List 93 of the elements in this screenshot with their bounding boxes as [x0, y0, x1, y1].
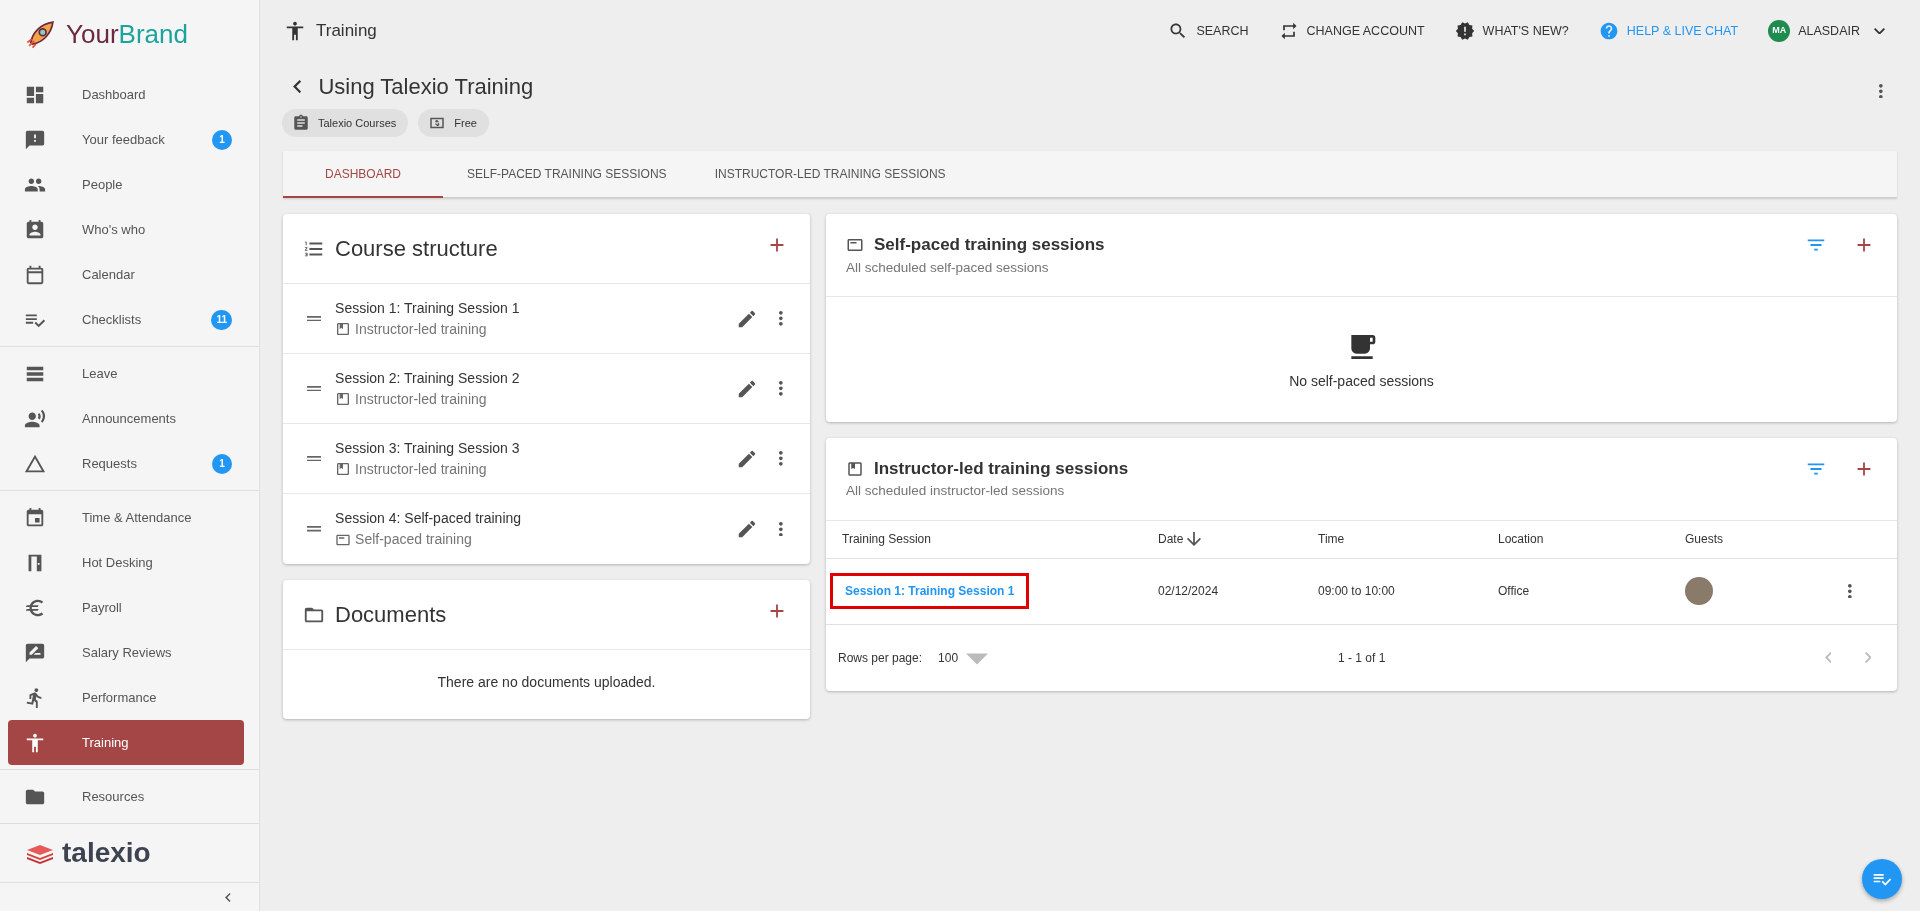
table-cell-text: 09:00 to 10:00	[1318, 583, 1396, 600]
sidebar-item[interactable]: Announcements	[0, 396, 252, 442]
sidebar-item[interactable]: Checklists 11	[0, 297, 252, 343]
session-type: Self-paced training	[355, 530, 472, 549]
column-header: Guests	[1685, 531, 1723, 548]
session-type: Instructor-led training	[355, 319, 487, 339]
card-subtitle: All scheduled self-paced sessions	[846, 258, 1050, 277]
more-vertical-icon	[779, 311, 783, 326]
user-menu-button[interactable]: MA ALASDAIR	[1762, 19, 1896, 43]
session-title: Session 3: Training Session 3	[335, 438, 521, 458]
drag-handle-icon	[306, 315, 322, 322]
page-section-title: Training	[316, 20, 377, 43]
sidebar-item[interactable]: People	[0, 162, 252, 208]
sidebar-item[interactable]: Requests 1	[0, 441, 252, 487]
talexio-logo-text: talexio	[62, 836, 151, 871]
alert-badge-icon	[1454, 21, 1475, 41]
rows-per-page-label: Rows per page:	[838, 649, 923, 667]
empty-message: No self-paced sessions	[1289, 371, 1434, 391]
brand-logo-text: YourBrand	[66, 17, 188, 51]
chevron-down-icon	[1873, 27, 1885, 35]
person-icon	[284, 20, 306, 42]
sidebar-item[interactable]: Performance	[0, 675, 252, 721]
help-icon	[1598, 21, 1619, 41]
session-title: Session 4: Self-paced training	[335, 509, 523, 528]
more-vertical-icon	[779, 451, 783, 466]
page-range: 1 - 1 of 1	[1338, 649, 1386, 667]
page-title: Using Talexio Training	[318, 73, 534, 101]
chevron-left-icon	[225, 892, 231, 902]
chat-edit-icon	[24, 641, 46, 664]
sidebar-item[interactable]: Salary Reviews	[0, 630, 252, 676]
session-type: Instructor-led training	[355, 389, 487, 409]
count-badge: 11	[211, 309, 232, 330]
sidebar-item[interactable]: Calendar	[0, 252, 252, 298]
session-type: Instructor-led training	[355, 459, 487, 479]
card-title: Documents	[335, 601, 447, 629]
bookmark-frame-icon	[335, 391, 352, 407]
more-vertical-icon	[779, 381, 783, 396]
sidebar-item[interactable]: Resources	[0, 774, 252, 820]
checklist-fab-button[interactable]	[1862, 859, 1902, 899]
clipboard-icon	[292, 114, 310, 132]
id-card-icon	[24, 218, 46, 241]
bookmark-frame-icon	[335, 461, 352, 477]
card-title: Course structure	[335, 235, 498, 263]
sidebar-item[interactable]: Leave	[0, 351, 252, 397]
column-header: Training Session	[842, 531, 931, 548]
count-badge: 1	[212, 453, 232, 474]
guest-avatar	[1685, 577, 1713, 605]
chat-alert-icon	[24, 128, 46, 151]
card-title: Instructor-led training sessions	[874, 457, 1129, 480]
table-cell-text: Office	[1498, 583, 1531, 600]
rows-per-page-select[interactable]: 100	[936, 644, 991, 671]
chevron-right-icon	[1864, 652, 1872, 663]
more-vertical-icon	[1848, 583, 1852, 599]
card-subtitle: All scheduled instructor-led sessions	[846, 482, 1066, 501]
user-avatar: MA	[1768, 20, 1791, 42]
tag-chip: Free	[418, 109, 489, 137]
sidebar-item[interactable]: Who's who	[0, 207, 252, 253]
tab[interactable]: DASHBOARD	[283, 151, 443, 198]
table-cell-text: 02/12/2024	[1158, 583, 1220, 600]
column-header: Date	[1158, 531, 1184, 548]
sort-arrow-icon[interactable]	[1187, 532, 1202, 546]
speaking-person-icon	[24, 407, 46, 430]
sidebar-item[interactable]: Your feedback 1	[0, 117, 252, 163]
calendar-icon	[24, 506, 46, 529]
count-badge: 1	[212, 129, 232, 150]
more-vertical-icon	[1879, 83, 1883, 99]
person-icon	[24, 731, 46, 754]
drag-handle-icon	[306, 385, 322, 392]
drag-handle-icon	[306, 526, 322, 532]
column-header: Time	[1318, 531, 1345, 548]
empty-message: There are no documents uploaded.	[437, 674, 656, 690]
session-title: Session 2: Training Session 2	[335, 368, 521, 388]
sidebar-item[interactable]: Payroll	[0, 585, 252, 631]
more-vertical-icon	[779, 521, 783, 537]
tab[interactable]: INSTRUCTOR-LED TRAINING SESSIONS	[690, 151, 970, 198]
toolbar-button[interactable]: CHANGE ACCOUNT	[1272, 20, 1431, 42]
tag-chip: Talexio Courses	[282, 109, 409, 137]
bookmark-frame-icon	[846, 459, 864, 478]
sidebar-item[interactable]: Time & Attendance	[0, 495, 252, 541]
drag-handle-icon	[306, 455, 322, 462]
toolbar-button[interactable]: WHAT'S NEW?	[1448, 20, 1575, 42]
tab[interactable]: SELF-PACED TRAINING SESSIONS	[443, 151, 691, 198]
sidebar-item[interactable]: Training	[8, 720, 244, 766]
session-title: Session 1: Training Session 1	[335, 298, 521, 318]
calendar-icon	[24, 263, 46, 286]
bookmark-frame-icon	[335, 321, 352, 337]
card-title: Self-paced training sessions	[874, 234, 1105, 256]
column-header: Location	[1498, 531, 1544, 548]
sidebar-item[interactable]: Dashboard	[0, 72, 252, 118]
sidebar-item[interactable]: Hot Desking	[0, 540, 252, 586]
toolbar-button[interactable]: SEARCH	[1162, 20, 1255, 42]
chevron-left-icon	[1824, 652, 1832, 663]
chevron-left-icon	[293, 79, 302, 94]
